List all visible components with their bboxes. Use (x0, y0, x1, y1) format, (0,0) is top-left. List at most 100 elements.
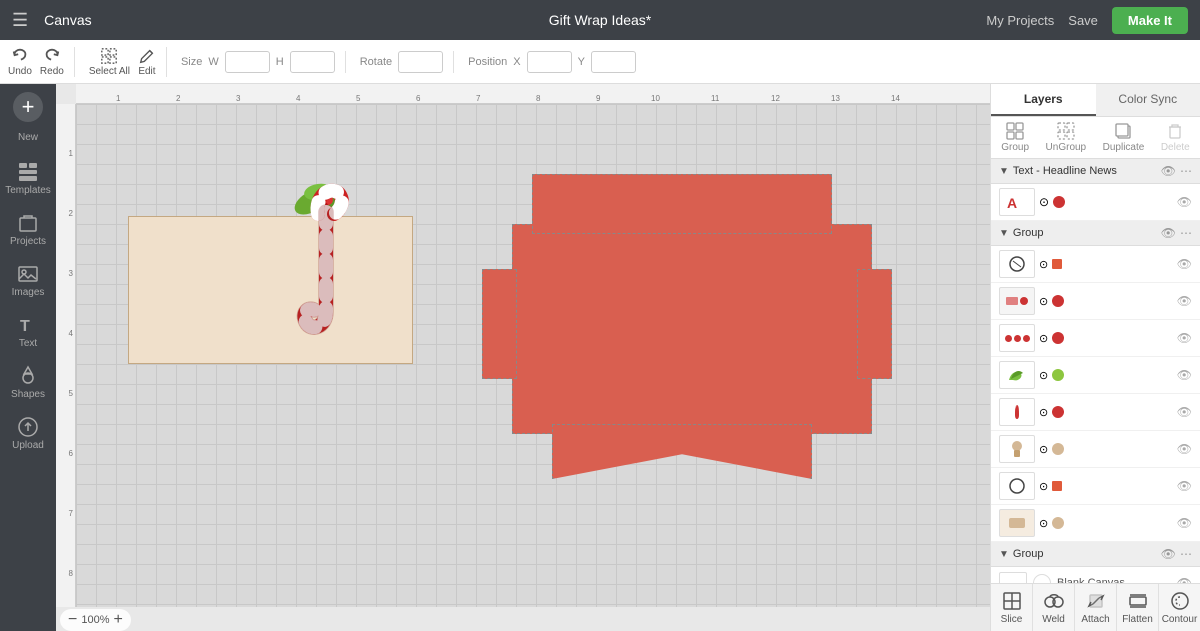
edit-label: Edit (138, 66, 155, 77)
layer-item-6[interactable]: ⊙ 👁 (991, 431, 1200, 468)
layer-item-1[interactable]: ⊙ 👁 (991, 246, 1200, 283)
delete-button[interactable]: Delete (1161, 122, 1190, 153)
attach-button[interactable]: Attach (1075, 584, 1117, 631)
pos-y-input[interactable] (591, 51, 636, 73)
new-button[interactable]: + (13, 92, 43, 122)
layer-pencil-7 (1052, 481, 1062, 491)
layer-color-8 (1052, 517, 1064, 529)
layer-eye-5[interactable]: 👁 (1177, 405, 1192, 419)
group3-visibility-icon[interactable]: 👁 (1161, 547, 1176, 561)
layers-list[interactable]: ▼ Text - Headline News 👁 ⋯ A ⊙ 👁 ▼ Group… (991, 159, 1200, 583)
left-sidebar: + New Templates Projects Images T Text S… (0, 84, 56, 631)
ruler-top: 1 2 3 4 5 6 7 8 9 10 11 12 13 14 (76, 84, 990, 104)
layer-eye-8[interactable]: 👁 (1177, 516, 1192, 530)
candy-cane-decoration[interactable] (276, 162, 376, 337)
flatten-button[interactable]: Flatten (1117, 584, 1159, 631)
slice-button[interactable]: Slice (991, 584, 1033, 631)
canvas-objects (76, 104, 990, 607)
my-projects-link[interactable]: My Projects (986, 13, 1054, 28)
group3-more-icon[interactable]: ⋯ (1180, 547, 1192, 561)
group-more-icon[interactable]: ⋯ (1180, 164, 1192, 178)
edit-button[interactable]: Edit (138, 47, 156, 77)
layer-lock-6: ⊙ (1039, 443, 1048, 456)
layer-eye-3[interactable]: 👁 (1177, 331, 1192, 345)
rotate-input[interactable] (398, 51, 443, 73)
canvas-area[interactable]: 1 2 3 4 5 6 7 8 9 10 11 12 13 14 1 2 3 4… (56, 84, 990, 631)
layer-item-4[interactable]: ⊙ 👁 (991, 357, 1200, 394)
layer-thumb-1 (999, 250, 1035, 278)
group-button[interactable]: Group (1001, 122, 1029, 153)
templates-label: Templates (5, 185, 51, 196)
zoom-control: − 100% + (60, 609, 131, 631)
zoom-out-button[interactable]: − (68, 612, 77, 628)
size-h-input[interactable] (290, 51, 335, 73)
layer-item-text[interactable]: A ⊙ 👁 (991, 184, 1200, 221)
layer-lock-2: ⊙ (1039, 295, 1048, 308)
layer-lock-5: ⊙ (1039, 406, 1048, 419)
tab-color-sync[interactable]: Color Sync (1096, 84, 1200, 116)
layer-item-blank[interactable]: Blank Canvas 👁 (991, 567, 1200, 583)
doc-title: Gift Wrap Ideas* (549, 12, 651, 28)
sidebar-item-projects[interactable]: Projects (3, 206, 53, 253)
layer-item-8[interactable]: ⊙ 👁 (991, 505, 1200, 542)
sidebar-item-shapes[interactable]: Shapes (3, 359, 53, 406)
envelope-tab-left (482, 269, 517, 379)
zoom-in-button[interactable]: + (113, 612, 122, 628)
layer-actions: Group UnGroup Duplicate Delete (991, 117, 1200, 159)
layer-eye-1[interactable]: 👁 (1177, 257, 1192, 271)
canvas-content[interactable] (76, 104, 990, 607)
toolbar-position: Position X Y (458, 51, 646, 73)
layer-eye-blank[interactable]: 👁 (1177, 576, 1192, 583)
sidebar-item-templates[interactable]: Templates (3, 155, 53, 202)
layer-item-5[interactable]: ⊙ 👁 (991, 394, 1200, 431)
duplicate-button[interactable]: Duplicate (1103, 122, 1145, 153)
layer-group-header-3[interactable]: ▼ Group 👁 ⋯ (991, 542, 1200, 567)
layer-eye-7[interactable]: 👁 (1177, 479, 1192, 493)
topbar-right: My Projects Save Make It (986, 7, 1188, 34)
group-visibility-icon[interactable]: 👁 (1161, 164, 1176, 178)
layer-eye-2[interactable]: 👁 (1177, 294, 1192, 308)
group2-visibility-icon[interactable]: 👁 (1161, 226, 1176, 240)
size-w-input[interactable] (225, 51, 270, 73)
sidebar-item-upload[interactable]: Upload (3, 410, 53, 457)
save-button[interactable]: Save (1068, 13, 1098, 28)
ungroup-button[interactable]: UnGroup (1046, 122, 1087, 153)
layer-group-header-2[interactable]: ▼ Group 👁 ⋯ (991, 221, 1200, 246)
layer-thumb-6 (999, 435, 1035, 463)
layer-item-2[interactable]: ⊙ 👁 (991, 283, 1200, 320)
undo-button[interactable]: Undo (8, 47, 32, 77)
make-it-button[interactable]: Make It (1112, 7, 1188, 34)
layer-lock-7: ⊙ (1039, 480, 1048, 493)
envelope-container[interactable] (492, 174, 887, 484)
layer-eye-6[interactable]: 👁 (1177, 442, 1192, 456)
layer-eye-text[interactable]: 👁 (1177, 195, 1192, 209)
main: + New Templates Projects Images T Text S… (0, 84, 1200, 631)
topbar: ☰ Canvas Gift Wrap Ideas* My Projects Sa… (0, 0, 1200, 40)
layer-group-header-text[interactable]: ▼ Text - Headline News 👁 ⋯ (991, 159, 1200, 184)
redo-button[interactable]: Redo (40, 47, 64, 77)
group2-more-icon[interactable]: ⋯ (1180, 226, 1192, 240)
toolbar-rotate: Rotate (350, 51, 454, 73)
pos-x-input[interactable] (527, 51, 572, 73)
ruler-left: 1 2 3 4 5 6 7 8 (56, 104, 76, 607)
tab-layers[interactable]: Layers (991, 84, 1096, 116)
layer-thumb-blank (999, 572, 1027, 583)
images-label: Images (12, 287, 45, 298)
layer-item-7[interactable]: ⊙ 👁 (991, 468, 1200, 505)
layer-item-3[interactable]: ⊙ 👁 (991, 320, 1200, 357)
contour-button[interactable]: Contour (1159, 584, 1200, 631)
group-name-text: Text - Headline News (1013, 165, 1161, 177)
layer-thumb-8 (999, 509, 1035, 537)
layer-lock-3: ⊙ (1039, 332, 1048, 345)
panel-tabs: Layers Color Sync (991, 84, 1200, 117)
sidebar-item-text[interactable]: T Text (3, 308, 53, 355)
layer-eye-4[interactable]: 👁 (1177, 368, 1192, 382)
layer-thumb-4 (999, 361, 1035, 389)
menu-icon[interactable]: ☰ (12, 10, 28, 31)
envelope-flap-bottom (552, 424, 812, 479)
sidebar-item-images[interactable]: Images (3, 257, 53, 304)
layer-lock-icon: ⊙ (1039, 195, 1049, 209)
select-all-label: Select All (89, 66, 130, 77)
select-all-button[interactable]: Select All (89, 47, 130, 77)
weld-button[interactable]: Weld (1033, 584, 1075, 631)
